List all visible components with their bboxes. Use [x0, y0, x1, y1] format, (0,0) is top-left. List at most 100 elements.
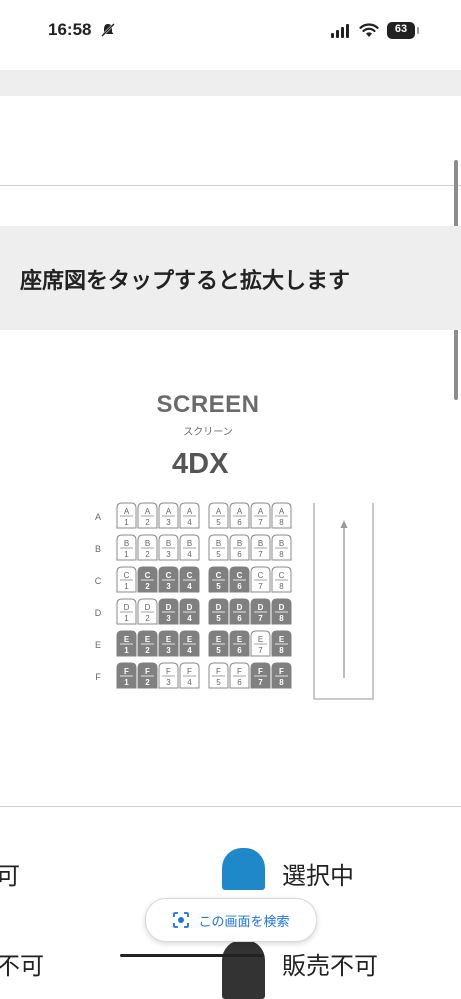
- svg-text:C: C: [166, 571, 172, 580]
- seat-A2[interactable]: A2: [137, 502, 158, 529]
- legend-selected-swatch: [222, 848, 265, 890]
- seat-C5: C5: [208, 566, 229, 593]
- search-screen-button[interactable]: この画面を検索: [145, 898, 317, 942]
- seat-B7[interactable]: B7: [250, 534, 271, 561]
- svg-text:A: A: [124, 507, 130, 516]
- status-bar: 16:58 63: [0, 0, 461, 62]
- seat-B4[interactable]: B4: [179, 534, 200, 561]
- seat-F5[interactable]: F5: [208, 662, 229, 689]
- seat-C4: C4: [179, 566, 200, 593]
- seat-D2[interactable]: D2: [137, 598, 158, 625]
- seat-B6[interactable]: B6: [229, 534, 250, 561]
- svg-text:F: F: [187, 667, 192, 676]
- seat-B5[interactable]: B5: [208, 534, 229, 561]
- legend-selected-label: 選択中: [282, 862, 354, 890]
- lens-icon: [173, 912, 190, 928]
- svg-text:E: E: [279, 635, 285, 644]
- cellular-signal-icon: [331, 24, 349, 38]
- svg-text:6: 6: [237, 614, 242, 623]
- svg-text:4: 4: [187, 518, 192, 527]
- seat-E5: E5: [208, 630, 229, 657]
- seat-B2[interactable]: B2: [137, 534, 158, 561]
- svg-text:E: E: [145, 635, 151, 644]
- seat-B8[interactable]: B8: [271, 534, 292, 561]
- svg-text:7: 7: [258, 678, 263, 687]
- svg-text:3: 3: [166, 518, 171, 527]
- svg-text:1: 1: [124, 646, 129, 655]
- seat-B1[interactable]: B1: [116, 534, 137, 561]
- svg-text:6: 6: [237, 518, 242, 527]
- svg-text:4: 4: [187, 550, 192, 559]
- svg-text:7: 7: [258, 518, 263, 527]
- seat-F6[interactable]: F6: [229, 662, 250, 689]
- seat-F1: F1: [116, 662, 137, 689]
- seat-C3: C3: [158, 566, 179, 593]
- seat-B3[interactable]: B3: [158, 534, 179, 561]
- seat-F2: F2: [137, 662, 158, 689]
- svg-text:6: 6: [237, 582, 242, 591]
- seat-row-a: AA1A2A3A4A5A6A7A8: [95, 502, 292, 529]
- svg-text:4: 4: [187, 646, 192, 655]
- svg-text:C: C: [216, 571, 222, 580]
- svg-text:B: B: [237, 539, 242, 548]
- tap-hint-text: 座席図をタップすると拡大します: [20, 269, 351, 294]
- svg-text:A: A: [166, 507, 172, 516]
- seat-C1[interactable]: C1: [116, 566, 137, 593]
- seat-A8[interactable]: A8: [271, 502, 292, 529]
- seat-A5[interactable]: A5: [208, 502, 229, 529]
- battery-level: 63: [394, 23, 408, 35]
- seat-F8: F8: [271, 662, 292, 689]
- seat-F3[interactable]: F3: [158, 662, 179, 689]
- legend-divider: [0, 806, 461, 807]
- seat-C8[interactable]: C8: [271, 566, 292, 593]
- row-label: C: [95, 576, 102, 586]
- svg-text:E: E: [258, 635, 263, 644]
- svg-text:D: D: [258, 603, 264, 612]
- svg-text:F: F: [166, 667, 171, 676]
- seat-E3: E3: [158, 630, 179, 657]
- svg-text:2: 2: [145, 614, 150, 623]
- svg-text:8: 8: [279, 678, 284, 687]
- svg-text:B: B: [279, 539, 284, 548]
- svg-text:8: 8: [279, 582, 284, 591]
- seat-A6[interactable]: A6: [229, 502, 250, 529]
- seat-A7[interactable]: A7: [250, 502, 271, 529]
- seat-E4: E4: [179, 630, 200, 657]
- svg-text:5: 5: [216, 582, 221, 591]
- svg-text:E: E: [237, 635, 243, 644]
- seat-F4[interactable]: F4: [179, 662, 200, 689]
- svg-text:7: 7: [258, 614, 263, 623]
- seat-E7[interactable]: E7: [250, 630, 271, 657]
- 4dx-logo-text: 4DX: [172, 448, 229, 479]
- svg-text:8: 8: [279, 518, 284, 527]
- svg-text:8: 8: [279, 646, 284, 655]
- seat-C7[interactable]: C7: [250, 566, 271, 593]
- svg-text:B: B: [258, 539, 263, 548]
- svg-text:A: A: [237, 507, 243, 516]
- screen-label: SCREEN: [156, 391, 260, 418]
- svg-text:5: 5: [216, 678, 221, 687]
- bell-slash-icon: [101, 23, 115, 37]
- svg-text:B: B: [124, 539, 129, 548]
- seat-A4[interactable]: A4: [179, 502, 200, 529]
- svg-text:D: D: [124, 603, 130, 612]
- svg-text:1: 1: [124, 518, 129, 527]
- seat-D1[interactable]: D1: [116, 598, 137, 625]
- svg-text:D: D: [216, 603, 222, 612]
- svg-text:A: A: [145, 507, 151, 516]
- svg-text:2: 2: [145, 678, 150, 687]
- search-screen-label: この画面を検索: [198, 914, 290, 930]
- row-label: F: [95, 672, 101, 682]
- seat-E2: E2: [137, 630, 158, 657]
- svg-text:5: 5: [216, 614, 221, 623]
- svg-text:3: 3: [166, 678, 171, 687]
- seat-D5: D5: [208, 598, 229, 625]
- seat-map[interactable]: AA1A2A3A4A5A6A7A8BB1B2B3B4B5B6B7B8CC1C2C…: [90, 498, 390, 710]
- seat-A3[interactable]: A3: [158, 502, 179, 529]
- svg-text:F: F: [237, 667, 242, 676]
- svg-text:A: A: [279, 507, 285, 516]
- svg-text:F: F: [279, 667, 284, 676]
- seat-row-c: CC1C2C3C4C5C6C7C8: [95, 566, 292, 593]
- seat-A1[interactable]: A1: [116, 502, 137, 529]
- seat-row-b: BB1B2B3B4B5B6B7B8: [95, 534, 292, 561]
